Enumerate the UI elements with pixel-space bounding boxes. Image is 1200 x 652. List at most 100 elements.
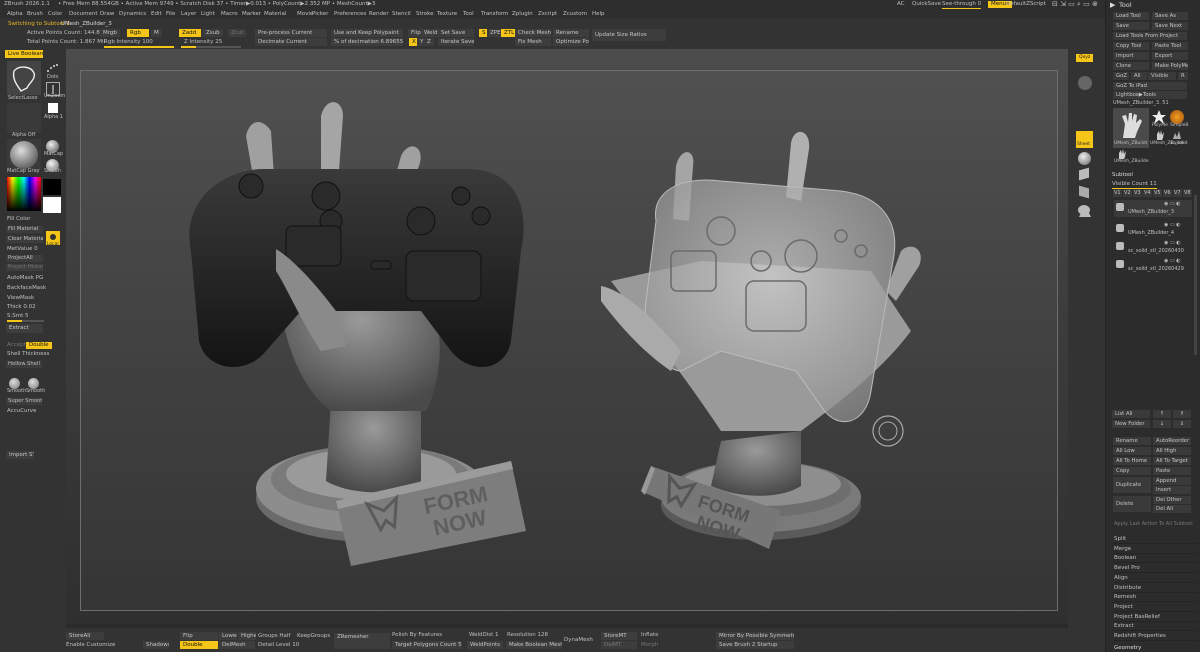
- dynamesh-button[interactable]: DynaMesh: [564, 636, 593, 644]
- section-boolean[interactable]: Boolean: [1114, 554, 1198, 564]
- subtool-header[interactable]: Subtool: [1112, 171, 1133, 179]
- subtool-op-autoreorder[interactable]: AutoReorder: [1153, 437, 1191, 445]
- update-size-ratios-button[interactable]: Update Size Ratios: [592, 29, 666, 41]
- double-button[interactable]: Double: [26, 342, 52, 349]
- subtool-op-all-high[interactable]: All High: [1153, 447, 1191, 455]
- z-axis-button[interactable]: Z: [424, 38, 434, 46]
- decimation-percent-slider[interactable]: % of decimation 6.89655: [331, 38, 403, 46]
- morph-slider[interactable]: Morph: [641, 641, 658, 649]
- project-history-button[interactable]: Project History: [6, 264, 43, 271]
- tool-btn-save[interactable]: Save: [1113, 22, 1149, 30]
- target-polygons-slider[interactable]: Target Polygons Count 5: [392, 641, 462, 649]
- section-remesh[interactable]: Remesh: [1114, 593, 1198, 603]
- new-folder-button[interactable]: New Folder: [1112, 420, 1150, 428]
- subtool-op-del-all[interactable]: Del All: [1153, 505, 1191, 513]
- section-merge[interactable]: Merge: [1114, 545, 1198, 554]
- document-frame[interactable]: FORM NOW FORM NOW: [80, 70, 1058, 611]
- decimate-current-button[interactable]: Decimate Current: [255, 38, 327, 46]
- alpha-1-thumb[interactable]: [48, 103, 58, 113]
- menu-item-texture[interactable]: Texture: [437, 10, 457, 18]
- alpha-off-thumb[interactable]: [7, 103, 41, 133]
- subtool-op-all-to-home[interactable]: All To Home: [1113, 457, 1151, 465]
- section-align[interactable]: Align: [1114, 574, 1198, 583]
- live-boolean-button[interactable]: Live Boolean: [5, 50, 43, 58]
- menu-item-help[interactable]: Help: [592, 10, 605, 18]
- apply-last-action-button[interactable]: Apply Last Action To All Subtool: [1114, 520, 1193, 528]
- tool-btn-export[interactable]: Export: [1152, 52, 1188, 60]
- fill-material-button[interactable]: Fill Material: [6, 226, 43, 233]
- section-redshift-properties[interactable]: Redshift Properties: [1114, 632, 1198, 641]
- rgb-intensity-slider[interactable]: Rgb Intensity 100: [104, 38, 153, 46]
- menu-item-zscript[interactable]: Zscript: [538, 10, 557, 18]
- subtool-op-delete[interactable]: Delete: [1113, 496, 1151, 512]
- super-smooth-button[interactable]: Super Smooth: [6, 398, 42, 405]
- menu-item-picker[interactable]: Picker: [312, 10, 328, 18]
- optimize-points-button[interactable]: Optimize Points: [553, 38, 589, 46]
- selectlasso-brush-thumb[interactable]: [7, 61, 41, 95]
- mirror-symmetry-button[interactable]: Mirror By Possible Symmetry: [716, 632, 794, 640]
- tool-btn-visible[interactable]: Visible: [1148, 72, 1176, 80]
- menu-item-material[interactable]: Material: [264, 10, 286, 18]
- visibility-set-v6[interactable]: V6: [1163, 189, 1172, 197]
- cube-icon[interactable]: [1079, 167, 1089, 181]
- weldpoints-button[interactable]: WeldPoints: [467, 641, 503, 649]
- subtool-op-duplicate[interactable]: Duplicate: [1113, 477, 1151, 493]
- geometry-header[interactable]: Geometry: [1114, 644, 1141, 652]
- menu-item-render[interactable]: Render: [369, 10, 389, 18]
- welddist-slider[interactable]: WeldDist 1: [469, 631, 499, 639]
- z-intensity-slider[interactable]: Z Intensity 25: [184, 38, 222, 46]
- subtool-op-all-low[interactable]: All Low: [1113, 447, 1151, 455]
- extract-button[interactable]: Extract: [6, 324, 43, 333]
- projectall-button[interactable]: ProjectAll: [6, 255, 43, 262]
- set-save-button[interactable]: Set Save: [438, 29, 474, 37]
- check-mesh-button[interactable]: Check Mesh Int: [515, 29, 551, 37]
- visibility-set-v5[interactable]: V5: [1153, 189, 1162, 197]
- main-color-swatch[interactable]: [43, 197, 61, 213]
- zsub-button[interactable]: Zsub: [203, 29, 223, 37]
- rgb-button[interactable]: Rgb: [127, 29, 149, 37]
- subtool-op-append[interactable]: Append: [1153, 477, 1191, 485]
- keepgroups-button[interactable]: KeepGroups: [297, 632, 330, 640]
- mrgb-button[interactable]: Mrgb: [100, 29, 120, 37]
- zadd-button[interactable]: Zadd: [179, 29, 201, 37]
- menu-item-macro[interactable]: Macro: [221, 10, 238, 18]
- cube-alt-icon[interactable]: [1079, 185, 1089, 199]
- section-project-basrelief[interactable]: Project BasRelief: [1114, 613, 1198, 622]
- matcap-gray-thumb[interactable]: [7, 139, 41, 169]
- subtool-visibility-icons[interactable]: ◉ ▭ ◐: [1164, 239, 1181, 247]
- tool-btn-load-tools-from-project[interactable]: Load Tools From Project: [1113, 32, 1187, 40]
- import-stl-button[interactable]: Import STL: [6, 451, 34, 459]
- visibility-set-v2[interactable]: V2: [1123, 189, 1132, 197]
- tool-btn-save-next[interactable]: Save Next: [1152, 22, 1188, 30]
- shadows-button[interactable]: Shadows: [143, 641, 169, 649]
- menu-item-draw[interactable]: Draw: [100, 10, 114, 18]
- menu-item-tool[interactable]: Tool: [463, 10, 474, 18]
- tool-btn-lightbox-tools[interactable]: Lightbox▶Tools: [1113, 91, 1187, 99]
- subtool-visibility-icons[interactable]: ◉ ▭ ◐: [1164, 257, 1181, 265]
- visible-count-slider[interactable]: Visible Count 11: [1112, 180, 1157, 189]
- thick-slider[interactable]: Thick 0.02: [7, 303, 36, 311]
- menu-item-stencil[interactable]: Stencil: [392, 10, 411, 18]
- save-brush-startup-button[interactable]: Save Brush 2 Startup: [716, 641, 794, 649]
- m-button[interactable]: M: [151, 29, 162, 37]
- automask-pg-button[interactable]: AutoMask PG: [7, 274, 43, 282]
- subtool-row[interactable]: ◉ ▭ ◐ UMesh_ZBuilder_3: [1114, 200, 1192, 217]
- accucurve-button[interactable]: AccuCurve: [7, 407, 36, 415]
- subtool-row[interactable]: ◉ ▭ ◐ sc_solid_stl_20260430: [1114, 239, 1192, 256]
- subtool-scrollbar[interactable]: [1194, 195, 1197, 355]
- visibility-set-v1[interactable]: V1: [1113, 189, 1122, 197]
- default-zscript-button[interactable]: DefaultZScript: [1006, 0, 1046, 8]
- subtool-row[interactable]: ◉ ▭ ◐ UMesh_ZBuilder_4: [1114, 221, 1192, 238]
- tool-btn-all[interactable]: All: [1131, 72, 1147, 80]
- storeall-button[interactable]: StoreAll: [66, 632, 104, 640]
- tool-btn-goz[interactable]: GoZ: [1113, 72, 1129, 80]
- section-extract[interactable]: Extract: [1114, 622, 1198, 632]
- menu-item-edit[interactable]: Edit: [151, 10, 162, 18]
- double-bottom-button[interactable]: Double: [180, 641, 218, 649]
- subtool-visibility-icons[interactable]: ◉ ▭ ◐: [1164, 200, 1181, 208]
- secondary-color-swatch[interactable]: [43, 179, 61, 195]
- accept-button[interactable]: Accept: [7, 341, 26, 349]
- visibility-set-v4[interactable]: V4: [1143, 189, 1152, 197]
- use-keep-polypaint-button[interactable]: Use and Keep Polypaint: [331, 29, 403, 37]
- menu-item-color[interactable]: Color: [48, 10, 62, 18]
